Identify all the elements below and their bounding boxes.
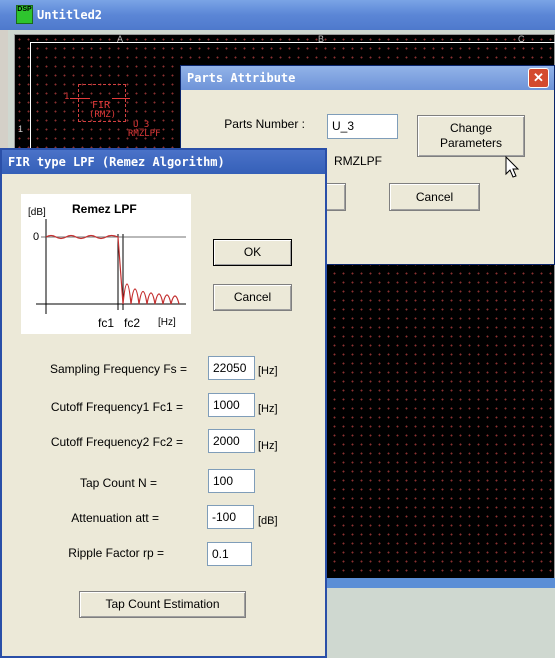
app-icon-letters: DSP (17, 6, 32, 13)
cutoff-frequency1-unit: [Hz] (258, 403, 278, 415)
change-parameters-button[interactable]: Change Parameters (417, 115, 525, 157)
cutoff-frequency2-unit: [Hz] (258, 440, 278, 452)
cutoff-frequency1-label: Cutoff Frequency1 Fc1 = (50, 400, 183, 414)
ripple-factor-input[interactable]: 0.1 (207, 542, 252, 566)
cancel-button[interactable]: Cancel (213, 284, 292, 311)
mouse-pointer-icon (505, 156, 520, 178)
column-label-a: A (117, 34, 124, 44)
window-title: Untitled2 (37, 8, 103, 22)
row-label-1: 1 (18, 124, 24, 134)
cutoff-frequency2-label: Cutoff Frequency2 Fc2 = (50, 435, 183, 449)
status-strip (326, 578, 555, 588)
fir-dialog-title[interactable]: FIR type LPF (Remez Algorithm) (2, 150, 325, 174)
parts-number-label: Parts Number : (224, 117, 305, 131)
dsp-app-icon: DSP (16, 5, 33, 24)
fir-input-wire (70, 98, 90, 99)
attenuation-unit: [dB] (258, 515, 278, 527)
sampling-frequency-unit: [Hz] (258, 365, 278, 377)
cutoff-frequency1-input[interactable]: 1000 (208, 393, 255, 417)
tap-count-input[interactable]: 100 (208, 469, 255, 493)
tap-count-estimation-button[interactable]: Tap Count Estimation (79, 591, 246, 618)
bottom-panel (326, 588, 555, 658)
column-label-c: C (518, 34, 525, 44)
parts-attribute-title[interactable]: Parts Attribute (181, 66, 554, 90)
ripple-factor-label: Ripple Factor rp = (68, 546, 164, 560)
fir-pin-number: 1 (64, 92, 70, 102)
column-label-b: B (318, 34, 325, 44)
remez-response-plot (36, 219, 186, 314)
attenuation-label: Attenuation att = (71, 511, 159, 525)
part-type-label: RMZLPF (334, 154, 382, 168)
fir-output-wire (112, 98, 130, 99)
attenuation-input[interactable]: -100 (207, 505, 254, 529)
fir-block-part: RMZLPF (128, 129, 161, 139)
graph-fc1-label: fc1 (98, 316, 115, 330)
sampling-frequency-label: Sampling Frequency Fs = (49, 362, 187, 376)
parts-cancel-button[interactable]: Cancel (389, 183, 480, 211)
sampling-frequency-input[interactable]: 22050 (208, 356, 255, 380)
close-icon[interactable]: ✕ (528, 68, 549, 88)
cutoff-frequency2-input[interactable]: 2000 (208, 429, 255, 453)
ok-button[interactable]: OK (213, 239, 292, 266)
graph-fc2-label: fc2 (124, 316, 141, 330)
fir-block-sub: (RMZ) (89, 110, 117, 120)
graph-hz-label: [Hz] (158, 317, 176, 328)
tap-count-label: Tap Count N = (79, 476, 157, 490)
parts-number-input[interactable]: U_3 (327, 114, 398, 139)
fir-block-name: FIR (92, 100, 111, 111)
